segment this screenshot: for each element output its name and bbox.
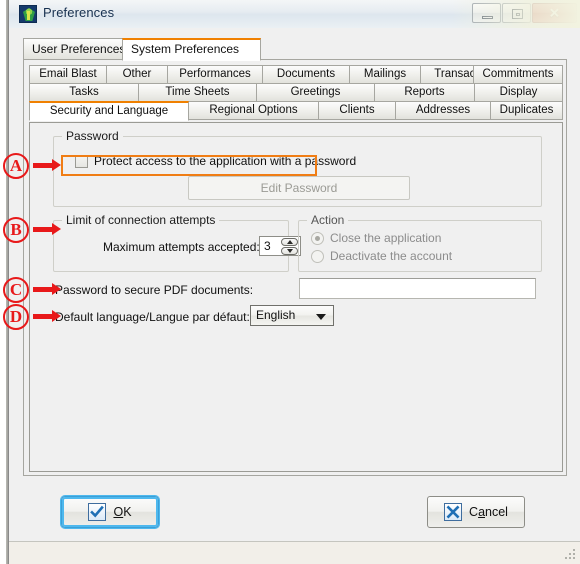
tab-security-and-language-label: Security and Language: [49, 105, 169, 117]
tab-regional-options-label: Regional Options: [209, 104, 298, 116]
tab-other-label: Other: [122, 68, 152, 80]
action-group-legend: Action: [307, 213, 349, 227]
annotation-arrow-b: [33, 223, 61, 235]
tab-commitments[interactable]: Commitments: [473, 65, 563, 84]
resize-grip-icon[interactable]: [565, 549, 577, 561]
radio-close-the-application[interactable]: [311, 232, 324, 245]
edit-password-label: Edit Password: [260, 181, 338, 195]
ok-button[interactable]: OK: [61, 496, 159, 528]
annotation-marker-c: C: [3, 277, 29, 303]
tab-reports-label: Reports: [404, 86, 445, 98]
inner-tabstrip: Email Blast Other Performances Documents…: [29, 65, 563, 121]
annotation-arrow-a: [33, 159, 61, 171]
title-bar[interactable]: Preferences ✕: [9, 0, 580, 29]
window-title: Preferences: [43, 5, 115, 20]
tab-commitments-label: Commitments: [482, 68, 554, 80]
window-client-area: User Preferences System Preferences Emai…: [9, 28, 580, 564]
default-language-value: English: [256, 308, 296, 322]
chevron-down-icon: [316, 313, 326, 320]
system-preferences-panel: Email Blast Other Performances Documents…: [23, 59, 567, 476]
stepper-up-icon[interactable]: [281, 238, 298, 246]
minimize-icon: [482, 16, 493, 19]
cancel-button-label: Cancel: [469, 505, 508, 519]
preferences-window: Preferences ✕ User Preferences System Pr…: [8, 0, 580, 564]
action-group: Action Close the application Deactivate …: [298, 213, 542, 272]
window-controls: ✕: [471, 3, 577, 23]
check-icon: [88, 503, 107, 521]
tab-time-sheets[interactable]: Time Sheets: [138, 83, 257, 102]
tab-tasks-label: Tasks: [69, 86, 99, 98]
tab-greetings[interactable]: Greetings: [256, 83, 375, 102]
tab-clients[interactable]: Clients: [318, 101, 396, 120]
edit-password-button[interactable]: Edit Password: [188, 176, 410, 200]
annotation-highlight-protect-access: [61, 155, 317, 176]
tab-addresses-label: Addresses: [415, 104, 471, 116]
tab-email-blast[interactable]: Email Blast: [29, 65, 107, 84]
inner-tabrow-2: Tasks Time Sheets Greetings Reports Disp…: [29, 83, 563, 102]
close-icon: ✕: [549, 5, 560, 21]
annotation-arrow-c: [33, 283, 61, 295]
password-group-legend: Password: [62, 129, 123, 143]
close-button[interactable]: ✕: [532, 3, 577, 23]
app-logo-icon: [19, 5, 37, 23]
max-attempts-label: Maximum attempts accepted:: [103, 240, 260, 254]
max-attempts-stepper[interactable]: 3: [259, 236, 301, 256]
tab-security-and-language[interactable]: Security and Language: [29, 101, 189, 121]
radio-deactivate-the-account[interactable]: [311, 250, 324, 263]
tab-documents[interactable]: Documents: [262, 65, 350, 84]
cancel-button[interactable]: Cancel: [427, 496, 525, 528]
default-language-label: Default language/Langue par défaut:: [55, 310, 250, 324]
limit-group-legend: Limit of connection attempts: [62, 213, 220, 227]
annotation-marker-a: A: [3, 153, 29, 179]
annotation-arrow-d: [33, 310, 61, 322]
tab-clients-label: Clients: [339, 104, 375, 116]
default-language-select[interactable]: English: [250, 305, 334, 326]
tab-user-preferences-label: User Preferences: [32, 42, 126, 56]
restore-button[interactable]: [502, 3, 531, 23]
tab-other[interactable]: Other: [106, 65, 168, 84]
annotation-marker-d: D: [3, 304, 29, 330]
tab-performances-label: Performances: [179, 68, 251, 80]
stepper-arrows[interactable]: [281, 238, 298, 255]
annotation-marker-b: B: [3, 217, 29, 243]
screenshot-root: Preferences ✕ User Preferences System Pr…: [0, 0, 580, 564]
inner-tabrow-3: Security and Language Regional Options C…: [29, 101, 563, 121]
minimize-button[interactable]: [472, 3, 501, 23]
tab-reports[interactable]: Reports: [374, 83, 475, 102]
tab-duplicates-label: Duplicates: [499, 104, 554, 116]
tab-regional-options[interactable]: Regional Options: [188, 101, 319, 120]
tab-performances[interactable]: Performances: [167, 65, 263, 84]
tab-system-preferences-label: System Preferences: [131, 42, 240, 56]
tab-mailings-label: Mailings: [363, 68, 407, 80]
inner-tabrow-1: Email Blast Other Performances Documents…: [29, 65, 563, 84]
tab-display[interactable]: Display: [474, 83, 563, 102]
tab-display-label: Display: [499, 86, 538, 98]
tab-documents-label: Documents: [276, 68, 336, 80]
radio-close-the-application-label: Close the application: [330, 231, 442, 245]
tab-time-sheets-label: Time Sheets: [165, 86, 230, 98]
pdf-password-label: Password to secure PDF documents:: [55, 283, 254, 297]
tab-email-blast-label: Email Blast: [39, 68, 97, 80]
limit-of-connection-attempts-group: Limit of connection attempts Maximum att…: [53, 213, 301, 272]
tab-system-preferences[interactable]: System Preferences: [122, 38, 261, 61]
radio-deactivate-the-account-label: Deactivate the account: [330, 249, 453, 263]
tab-duplicates[interactable]: Duplicates: [490, 101, 563, 120]
ok-button-label: OK: [113, 505, 132, 519]
max-attempts-value: 3: [264, 239, 271, 253]
x-icon: [444, 503, 463, 521]
status-bar: [9, 541, 580, 564]
pdf-password-field[interactable]: [299, 278, 536, 299]
restore-icon: [512, 9, 523, 19]
tab-mailings[interactable]: Mailings: [349, 65, 421, 84]
tab-tasks[interactable]: Tasks: [29, 83, 139, 102]
tab-addresses[interactable]: Addresses: [395, 101, 491, 120]
stepper-down-icon[interactable]: [281, 247, 298, 255]
tab-greetings-label: Greetings: [290, 86, 341, 98]
